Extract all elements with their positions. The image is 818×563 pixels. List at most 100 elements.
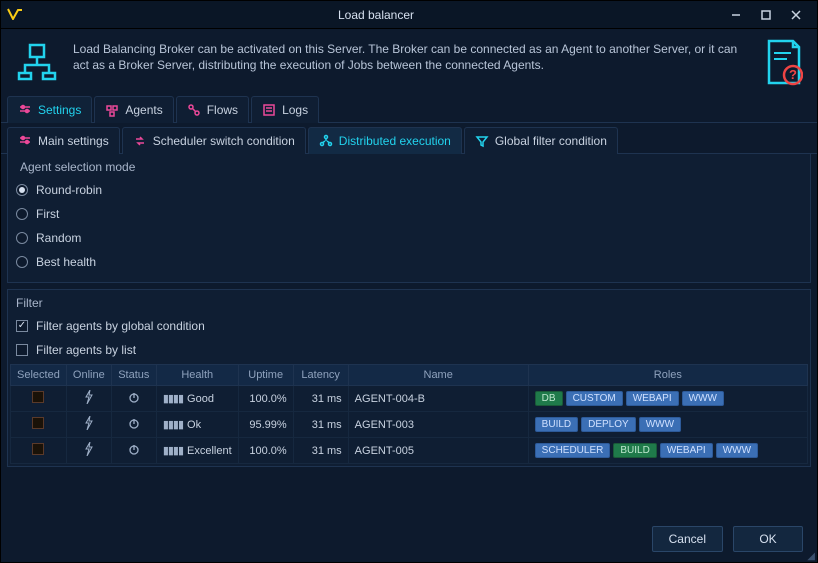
table-row[interactable]: ▮▮▮▮Ok95.99%31 msAGENT-003BUILDDEPLOYWWW: [11, 412, 808, 438]
cancel-button[interactable]: Cancel: [652, 526, 723, 552]
radio-label: Random: [36, 231, 81, 245]
col-online[interactable]: Online: [66, 365, 111, 386]
radio-label: First: [36, 207, 59, 221]
row-checkbox-icon[interactable]: [32, 391, 44, 403]
col-name[interactable]: Name: [348, 365, 528, 386]
cell-online: [66, 386, 111, 412]
header-description: Load Balancing Broker can be activated o…: [73, 39, 749, 73]
col-selected[interactable]: Selected: [11, 365, 67, 386]
resize-grip-icon[interactable]: ◢: [807, 554, 815, 560]
col-uptime[interactable]: Uptime: [238, 365, 293, 386]
role-tag: WEBAPI: [626, 391, 679, 406]
svg-text:?: ?: [789, 67, 797, 82]
radio-icon: [16, 208, 28, 220]
help-icon[interactable]: ?: [763, 39, 803, 90]
radio-icon: [16, 232, 28, 244]
load-balancer-icon: [15, 39, 59, 86]
tab-logs[interactable]: Logs: [251, 96, 319, 123]
cell-health: ▮▮▮▮Ok: [156, 412, 238, 438]
cell-selected[interactable]: [11, 386, 67, 412]
logs-icon: [262, 103, 276, 117]
subtab-distributed-execution[interactable]: Distributed execution: [308, 127, 462, 154]
row-checkbox-icon[interactable]: [32, 417, 44, 429]
cell-uptime: 100.0%: [238, 386, 293, 412]
agents-table: Selected Online Status Health Uptime Lat…: [10, 364, 808, 464]
switch-icon: [133, 134, 147, 148]
sliders-icon: [18, 103, 32, 117]
cell-name: AGENT-004-B: [348, 386, 528, 412]
cell-latency: 31 ms: [293, 386, 348, 412]
distributed-icon: [319, 134, 333, 148]
checkbox-filter-global[interactable]: Filter agents by global condition: [8, 314, 810, 338]
cell-status: [111, 386, 156, 412]
bolt-icon: [84, 419, 94, 433]
role-tag: BUILD: [613, 443, 656, 458]
agent-selection-group: Agent selection mode Round-robin First R…: [7, 154, 811, 283]
header: Load Balancing Broker can be activated o…: [1, 29, 817, 96]
role-tag: WEBAPI: [660, 443, 713, 458]
power-icon: [128, 418, 140, 432]
tab-label: Flows: [207, 103, 238, 117]
checkbox-label: Filter agents by list: [36, 343, 136, 357]
subtab-label: Scheduler switch condition: [153, 134, 295, 148]
checkbox-icon: [16, 344, 28, 356]
cell-uptime: 100.0%: [238, 438, 293, 464]
sliders-icon: [18, 134, 32, 148]
radio-icon: [16, 184, 28, 196]
table-row[interactable]: ▮▮▮▮Excellent100.0%31 msAGENT-005SCHEDUL…: [11, 438, 808, 464]
tab-label: Agents: [125, 103, 162, 117]
cell-health: ▮▮▮▮Good: [156, 386, 238, 412]
role-tag: WWW: [639, 417, 681, 432]
cell-online: [66, 438, 111, 464]
cell-name: AGENT-003: [348, 412, 528, 438]
tab-agents[interactable]: Agents: [94, 96, 173, 123]
subtab-global-filter[interactable]: Global filter condition: [464, 127, 618, 154]
cell-latency: 31 ms: [293, 438, 348, 464]
minimize-button[interactable]: [721, 5, 751, 25]
subtab-main-settings[interactable]: Main settings: [7, 127, 120, 154]
role-tag: CUSTOM: [566, 391, 623, 406]
signal-icon: ▮▮▮▮: [163, 445, 183, 457]
agent-selection-label: Agent selection mode: [16, 154, 802, 178]
cell-health: ▮▮▮▮Excellent: [156, 438, 238, 464]
role-tag: DEPLOY: [581, 417, 636, 432]
cell-roles: SCHEDULERBUILDWEBAPIWWW: [528, 438, 807, 464]
power-icon: [128, 444, 140, 458]
filter-label: Filter: [8, 290, 810, 314]
maximize-button[interactable]: [751, 5, 781, 25]
checkbox-icon: [16, 320, 28, 332]
cell-name: AGENT-005: [348, 438, 528, 464]
cell-selected[interactable]: [11, 412, 67, 438]
cell-uptime: 95.99%: [238, 412, 293, 438]
subtab-scheduler-switch[interactable]: Scheduler switch condition: [122, 127, 306, 154]
agents-icon: [105, 103, 119, 117]
cell-online: [66, 412, 111, 438]
col-roles[interactable]: Roles: [528, 365, 807, 386]
ok-button[interactable]: OK: [733, 526, 803, 552]
radio-first[interactable]: First: [16, 202, 802, 226]
app-logo-icon: [7, 7, 23, 23]
role-tag: WWW: [716, 443, 758, 458]
col-health[interactable]: Health: [156, 365, 238, 386]
checkbox-label: Filter agents by global condition: [36, 319, 205, 333]
checkbox-filter-list[interactable]: Filter agents by list: [8, 338, 810, 362]
signal-icon: ▮▮▮▮: [163, 393, 183, 405]
close-button[interactable]: [781, 5, 811, 25]
tab-settings[interactable]: Settings: [7, 96, 92, 123]
table-row[interactable]: ▮▮▮▮Good100.0%31 msAGENT-004-BDBCUSTOMWE…: [11, 386, 808, 412]
radio-round-robin[interactable]: Round-robin: [16, 178, 802, 202]
radio-random[interactable]: Random: [16, 226, 802, 250]
col-latency[interactable]: Latency: [293, 365, 348, 386]
bolt-icon: [84, 393, 94, 407]
cell-latency: 31 ms: [293, 412, 348, 438]
radio-best-health[interactable]: Best health: [16, 250, 802, 274]
col-status[interactable]: Status: [111, 365, 156, 386]
role-tag: WWW: [682, 391, 724, 406]
subtab-label: Distributed execution: [339, 134, 451, 148]
tab-flows[interactable]: Flows: [176, 96, 249, 123]
bolt-icon: [84, 445, 94, 459]
content-panel: Agent selection mode Round-robin First R…: [1, 154, 817, 473]
row-checkbox-icon[interactable]: [32, 443, 44, 455]
cell-selected[interactable]: [11, 438, 67, 464]
cell-roles: BUILDDEPLOYWWW: [528, 412, 807, 438]
